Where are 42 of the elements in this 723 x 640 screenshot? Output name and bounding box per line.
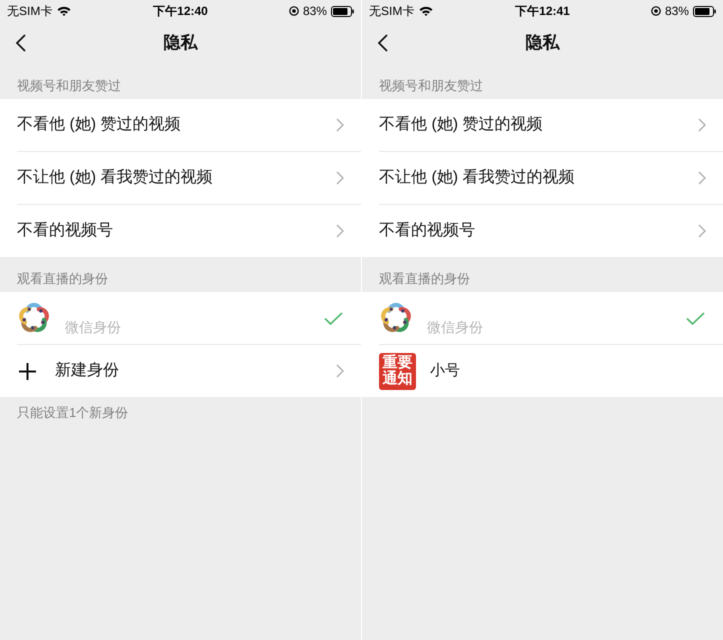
- settings-row[interactable]: 不看他 (她) 赞过的视频: [0, 99, 361, 151]
- settings-row[interactable]: 不让他 (她) 看我赞过的视频: [0, 152, 361, 204]
- chevron-right-icon: [698, 118, 706, 132]
- plus-icon: [19, 362, 36, 380]
- wifi-icon: [57, 6, 72, 16]
- section-header: 视频号和朋友赞过: [379, 76, 483, 94]
- chevron-right-icon: [336, 118, 344, 132]
- settings-row[interactable]: 新建身份: [0, 345, 361, 397]
- check-icon: [324, 312, 343, 324]
- page-title: 隐私: [526, 32, 560, 54]
- identity-row[interactable]: 重要 通知 小号: [362, 345, 723, 397]
- carrier-label: 无SIM卡: [7, 3, 52, 20]
- settings-row[interactable]: 不让他 (她) 看我赞过的视频: [362, 152, 723, 204]
- battery-icon: [330, 6, 354, 16]
- check-icon: [686, 312, 705, 324]
- wifi-icon: [419, 6, 434, 16]
- chevron-right-icon: [336, 364, 344, 378]
- flower-logo-icon: [379, 301, 413, 335]
- section-footer: 只能设置1个新身份: [17, 405, 128, 420]
- chevron-right-icon: [336, 224, 344, 238]
- section-header: 观看直播的身份: [379, 270, 470, 288]
- battery-percent: 83%: [302, 3, 327, 20]
- notice-avatar: 重要 通知: [379, 352, 416, 390]
- battery-percent: 83%: [664, 3, 689, 20]
- settings-row[interactable]: 不看的视频号: [0, 205, 361, 257]
- carrier-label: 无SIM卡: [369, 3, 414, 20]
- chevron-right-icon: [698, 171, 706, 185]
- rotation-lock-icon: [650, 6, 661, 16]
- flower-logo-icon: [17, 301, 51, 335]
- section-header: 视频号和朋友赞过: [17, 76, 121, 94]
- settings-row[interactable]: 不看他 (她) 赞过的视频: [362, 99, 723, 151]
- rotation-lock-icon: [288, 6, 299, 16]
- back-icon: [16, 34, 26, 52]
- chevron-right-icon: [336, 171, 344, 185]
- page-title: 隐私: [164, 32, 198, 54]
- back-icon: [378, 34, 388, 52]
- settings-row[interactable]: 不看的视频号: [362, 205, 723, 257]
- section-header: 观看直播的身份: [17, 270, 108, 288]
- status-time: 下午12:41: [515, 3, 570, 20]
- battery-icon: [692, 6, 716, 16]
- status-time: 下午12:40: [153, 3, 208, 20]
- chevron-right-icon: [698, 224, 706, 238]
